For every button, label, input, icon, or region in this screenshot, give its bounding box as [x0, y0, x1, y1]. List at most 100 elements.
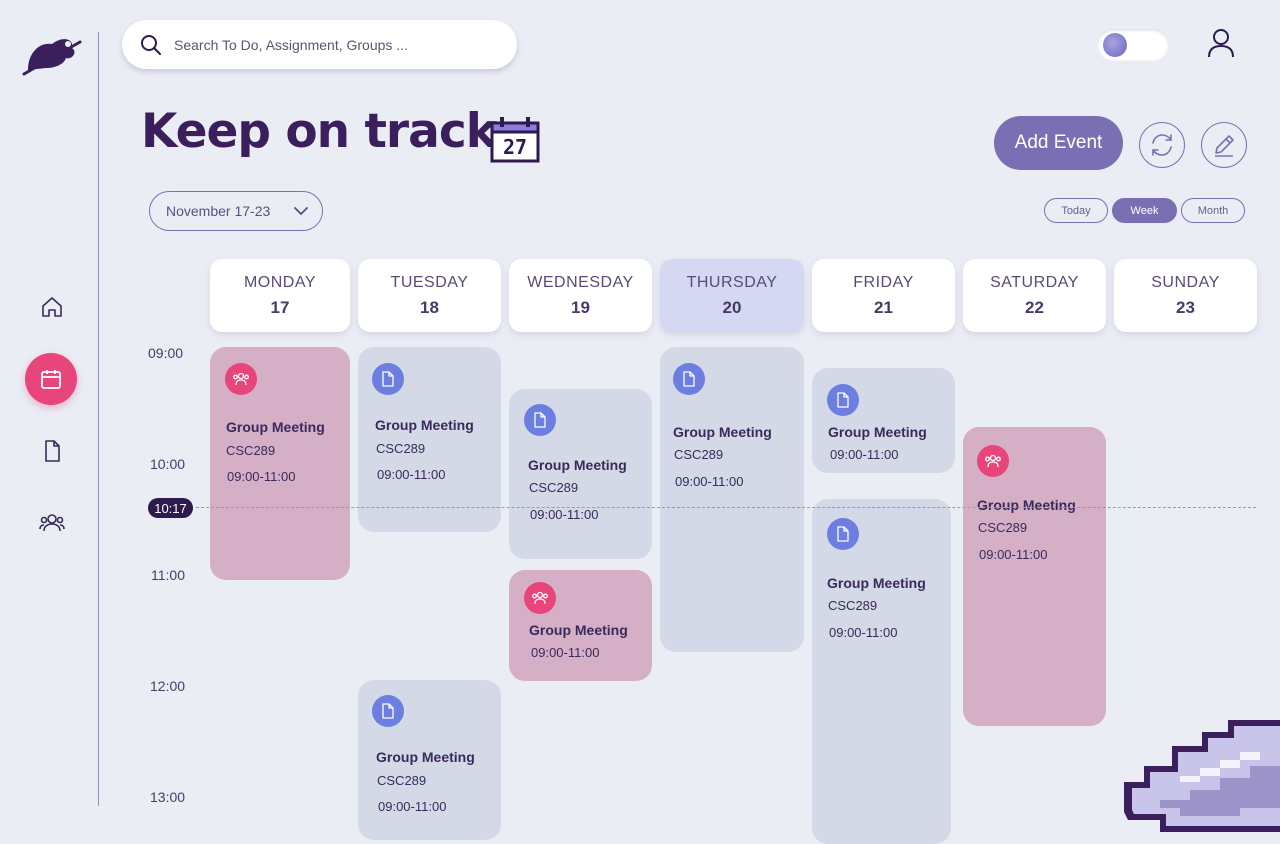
event-time: 09:00-11:00: [378, 799, 447, 814]
event-card[interactable]: Group Meeting CSC289 09:00-11:00: [210, 347, 350, 580]
day-header-thursday[interactable]: THURSDAY 20: [660, 259, 804, 332]
event-card[interactable]: Group Meeting CSC289 09:00-11:00: [358, 680, 501, 840]
day-header-sunday[interactable]: SUNDAY 23: [1114, 259, 1257, 332]
day-name: FRIDAY: [853, 273, 914, 291]
document-icon: [673, 363, 705, 395]
day-date: 20: [722, 297, 742, 317]
event-code: CSC289: [226, 443, 276, 458]
group-icon: [524, 582, 556, 614]
event-title: Group Meeting: [673, 424, 772, 440]
day-header-saturday[interactable]: SATURDAY 22: [963, 259, 1106, 332]
calendar-emoji-text: 27: [503, 135, 527, 159]
event-title: Group Meeting: [375, 417, 474, 433]
event-time: 09:00-11:00: [829, 625, 898, 640]
event-time: 09:00-11:00: [675, 474, 744, 489]
document-icon: [827, 518, 859, 550]
day-name: WEDNESDAY: [527, 273, 634, 291]
pixel-cloud-decoration: [1120, 716, 1280, 832]
day-name: TUESDAY: [390, 273, 469, 291]
edit-button[interactable]: [1201, 122, 1247, 168]
event-code: CSC289: [377, 773, 427, 788]
event-card[interactable]: Group Meeting CSC289 09:00-11:00: [812, 499, 951, 844]
event-time: 09:00-11:00: [531, 645, 600, 660]
view-week-button[interactable]: Week: [1112, 198, 1177, 223]
event-code: CSC289: [828, 598, 878, 613]
date-range-label: November 17-23: [166, 203, 271, 219]
document-icon: [45, 440, 60, 462]
page-title: Keep on track: [141, 104, 497, 159]
event-title: Group Meeting: [977, 497, 1076, 513]
nav-documents[interactable]: [26, 425, 78, 477]
nav-calendar[interactable]: [25, 353, 77, 405]
document-icon: [372, 695, 404, 727]
document-icon: [827, 384, 859, 416]
event-time: 09:00-11:00: [227, 469, 296, 484]
calendar-emoji-icon: 27: [490, 115, 540, 163]
time-label: 11:00: [151, 567, 185, 583]
day-header-monday[interactable]: MONDAY 17: [210, 259, 350, 332]
group-icon: [225, 363, 257, 395]
event-card[interactable]: Group Meeting CSC289 09:00-11:00: [963, 427, 1106, 726]
koala-logo-icon[interactable]: [22, 32, 82, 83]
view-today-button[interactable]: Today: [1044, 198, 1108, 223]
event-time: 09:00-11:00: [377, 467, 446, 482]
time-label: 09:00: [148, 345, 184, 361]
event-card[interactable]: Group Meeting CSC289 09:00-11:00: [358, 347, 501, 532]
event-code: CSC289: [674, 447, 724, 462]
event-code: CSC289: [529, 480, 579, 495]
edit-icon: [1215, 135, 1234, 157]
nav-groups[interactable]: [26, 497, 78, 549]
event-title: Group Meeting: [376, 749, 475, 765]
current-time-line: [196, 507, 1256, 508]
day-date: 21: [874, 297, 893, 317]
refresh-icon: [1152, 134, 1172, 156]
document-icon: [524, 404, 556, 436]
event-code: CSC289: [978, 520, 1028, 535]
time-label: 13:00: [150, 789, 186, 805]
current-time-badge: 10:17: [148, 498, 193, 518]
day-header-wednesday[interactable]: WEDNESDAY 19: [509, 259, 652, 332]
event-title: Group Meeting: [828, 424, 927, 440]
chevron-down-icon: [294, 206, 308, 215]
date-range-select[interactable]: November 17-23: [149, 191, 323, 231]
toggle-knob[interactable]: [1103, 33, 1127, 57]
sidebar-divider: [98, 32, 99, 806]
day-header-tuesday[interactable]: TUESDAY 18: [358, 259, 501, 332]
event-title: Group Meeting: [528, 457, 627, 473]
day-name: SATURDAY: [990, 273, 1079, 291]
event-title: Group Meeting: [529, 622, 628, 638]
theme-toggle[interactable]: [1097, 29, 1169, 61]
home-icon: [42, 297, 62, 317]
add-event-button[interactable]: Add Event: [994, 116, 1123, 170]
event-card[interactable]: Group Meeting CSC289 09:00-11:00: [509, 389, 652, 559]
day-date: 18: [420, 297, 439, 317]
search-icon: [141, 34, 161, 55]
day-name: THURSDAY: [686, 273, 778, 291]
nav-home[interactable]: [26, 281, 78, 333]
event-title: Group Meeting: [226, 419, 325, 435]
event-title: Group Meeting: [827, 575, 926, 591]
event-card[interactable]: Group Meeting 09:00-11:00: [812, 368, 955, 473]
day-date: 23: [1176, 297, 1195, 317]
time-label: 10:00: [150, 456, 186, 472]
user-icon[interactable]: [1207, 28, 1235, 63]
day-name: MONDAY: [243, 273, 317, 291]
group-icon: [977, 445, 1009, 477]
event-time: 09:00-11:00: [530, 507, 599, 522]
calendar-icon: [41, 370, 61, 389]
event-card[interactable]: Group Meeting CSC289 09:00-11:00: [660, 347, 804, 652]
event-time: 09:00-11:00: [979, 547, 1048, 562]
event-card[interactable]: Group Meeting 09:00-11:00: [509, 570, 652, 681]
day-name: SUNDAY: [1151, 273, 1220, 291]
document-icon: [372, 363, 404, 395]
search-input[interactable]: [172, 35, 496, 54]
day-header-friday[interactable]: FRIDAY 21: [812, 259, 955, 332]
view-month-button[interactable]: Month: [1181, 198, 1245, 223]
time-label: 12:00: [150, 678, 186, 694]
event-code: CSC289: [376, 441, 426, 456]
group-icon: [39, 514, 65, 532]
refresh-button[interactable]: [1139, 122, 1185, 168]
search-bar[interactable]: [122, 20, 517, 69]
day-date: 17: [270, 297, 290, 317]
day-date: 19: [571, 297, 590, 317]
